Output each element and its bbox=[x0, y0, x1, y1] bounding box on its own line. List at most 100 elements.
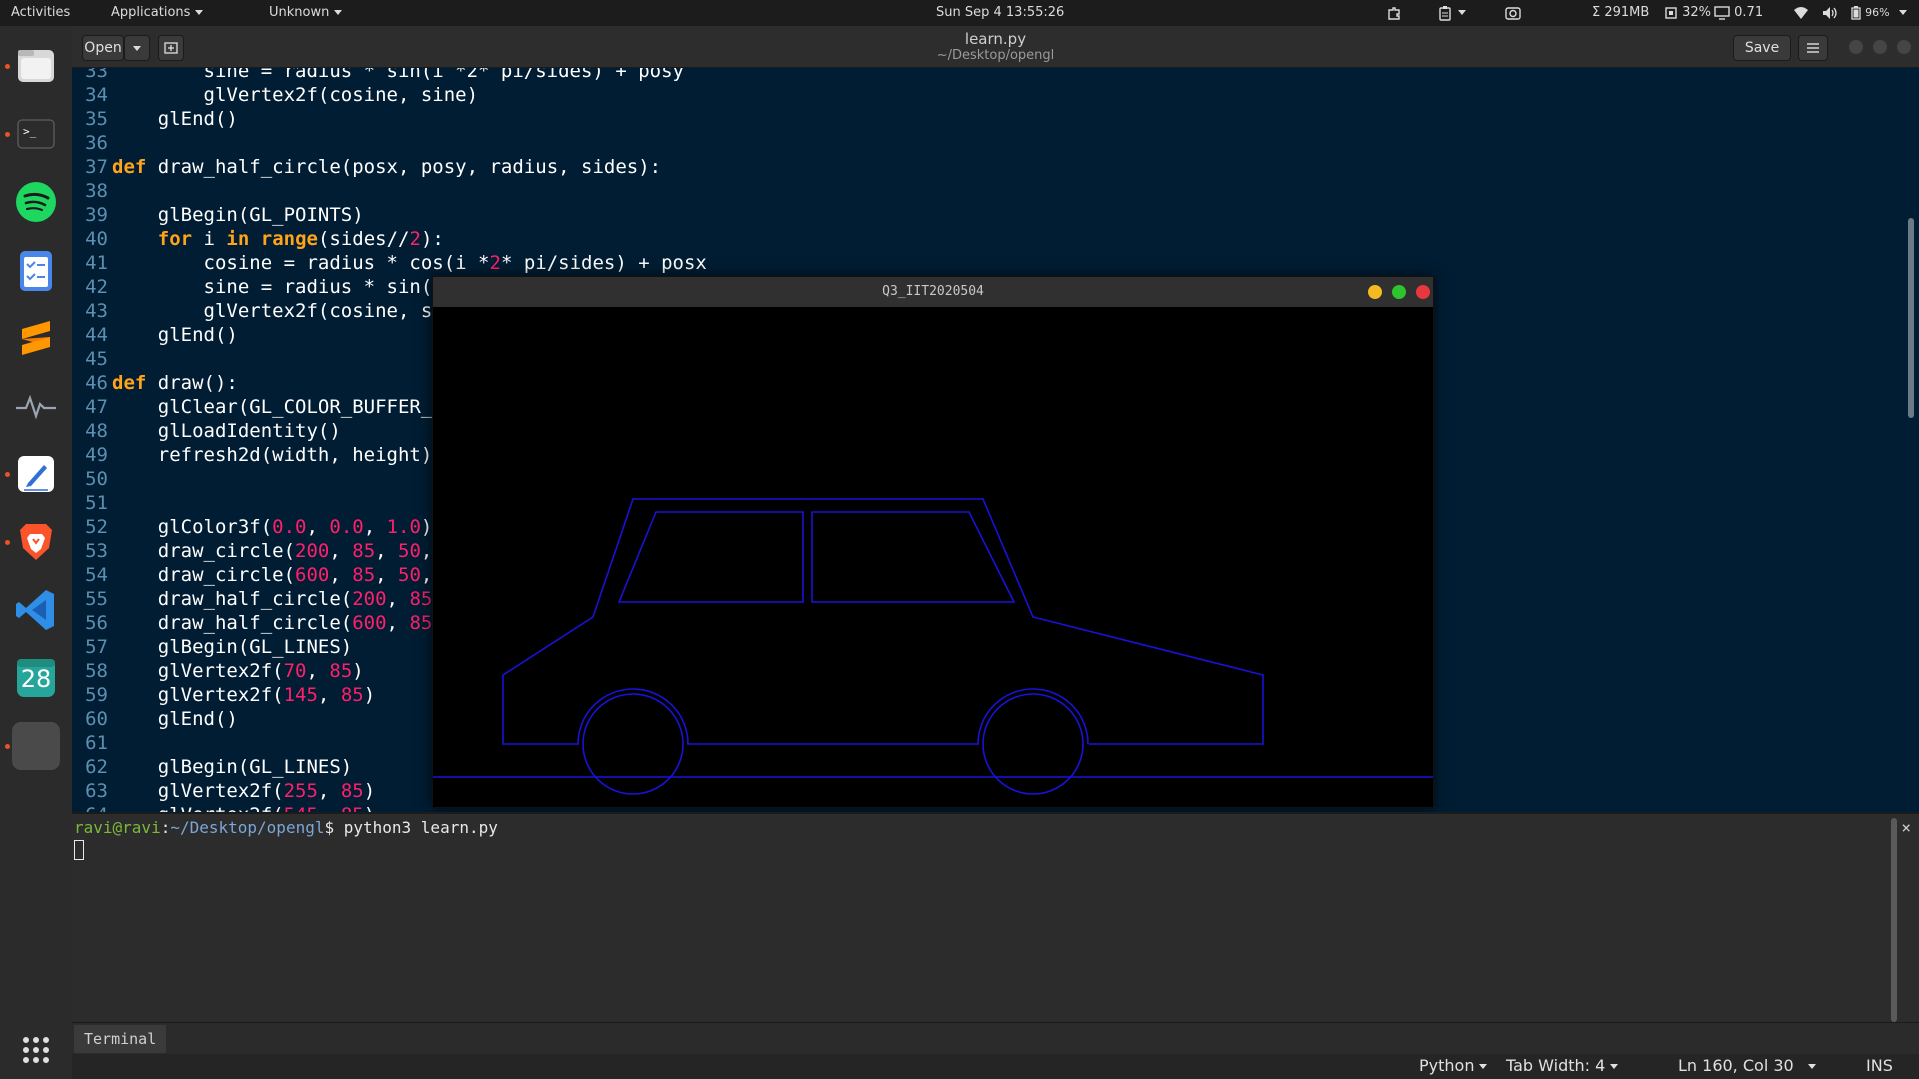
code-token: 85 bbox=[329, 660, 353, 682]
code-line: 44 glEnd() bbox=[72, 323, 238, 347]
code-token: for bbox=[157, 228, 193, 250]
line-number: 44 bbox=[85, 324, 108, 346]
code-token: sine = radius * sin(i * bbox=[112, 276, 467, 298]
code-line: 53 draw_circle(200, 85, 50, 100) bbox=[72, 539, 489, 563]
line-number: 46 bbox=[85, 372, 108, 394]
opengl-window-titlebar[interactable]: Q3_IIT2020504 bbox=[433, 277, 1433, 307]
line-number: 49 bbox=[85, 444, 108, 466]
calendar-day: 28 bbox=[20, 665, 52, 693]
active-window-app-icon[interactable] bbox=[12, 722, 60, 770]
wifi-icon[interactable] bbox=[1793, 0, 1809, 26]
chevron-down-icon bbox=[1479, 1064, 1488, 1069]
code-token: draw_half_circle(posx, posy, radius, sid… bbox=[146, 156, 662, 178]
code-token: glLoadIdentity() bbox=[112, 420, 341, 442]
terminal-scrollbar[interactable] bbox=[1891, 818, 1897, 1022]
code-token: ): bbox=[420, 228, 444, 250]
window-menu[interactable]: Unknown bbox=[269, 0, 343, 26]
line-number: 45 bbox=[85, 348, 108, 370]
terminal-panel[interactable]: ravi@ravi:~/Desktop/opengl$ python3 lear… bbox=[72, 812, 1919, 1022]
screenshot-icon[interactable] bbox=[1505, 0, 1521, 26]
line-number: 39 bbox=[85, 204, 108, 226]
code-token: 2 bbox=[489, 252, 501, 274]
minimize-button[interactable] bbox=[1849, 40, 1863, 54]
insert-mode[interactable]: INS bbox=[1866, 1056, 1893, 1075]
dock: >_ 28 bbox=[0, 26, 72, 1079]
language-label: Python bbox=[1419, 1056, 1475, 1075]
editor-header-bar: Open learn.py ~/Desktop/opengl Save bbox=[72, 26, 1919, 68]
calendar-app-icon[interactable]: 28 bbox=[12, 654, 60, 702]
spotify-app-icon[interactable] bbox=[12, 178, 60, 226]
battery-icon bbox=[1851, 5, 1861, 20]
code-token: draw_circle( bbox=[112, 564, 296, 586]
load-indicator[interactable]: 0.71 bbox=[1714, 0, 1763, 26]
close-terminal-button[interactable]: × bbox=[1901, 818, 1911, 837]
tab-width-selector[interactable]: Tab Width: 4 bbox=[1506, 1056, 1619, 1075]
opengl-window[interactable]: Q3_IIT2020504 bbox=[432, 276, 1434, 808]
code-token: 600 bbox=[295, 564, 330, 586]
code-token: glVertex2f(cosine, sine) bbox=[112, 84, 479, 106]
running-indicator bbox=[5, 472, 10, 477]
close-button[interactable] bbox=[1897, 40, 1911, 54]
tab-terminal[interactable]: Terminal bbox=[74, 1025, 167, 1053]
battery-indicator[interactable]: 96% bbox=[1851, 0, 1907, 26]
code-line: 39 glBegin(GL_POINTS) bbox=[72, 203, 364, 227]
memory-indicator[interactable]: Σ 291MB bbox=[1592, 0, 1649, 26]
cpu-indicator[interactable]: 32% bbox=[1664, 0, 1711, 26]
line-number: 47 bbox=[85, 396, 108, 418]
maximize-button[interactable] bbox=[1873, 40, 1887, 54]
tab-width-label: Tab Width: 4 bbox=[1506, 1056, 1606, 1075]
minimize-button[interactable] bbox=[1368, 285, 1382, 299]
code-token: 255 bbox=[283, 780, 318, 802]
close-button[interactable] bbox=[1416, 285, 1430, 299]
code-line: 46 def draw(): bbox=[72, 371, 238, 395]
language-selector[interactable]: Python bbox=[1419, 1056, 1488, 1075]
code-token: 70 bbox=[283, 660, 307, 682]
code-line: 48 glLoadIdentity() bbox=[72, 419, 341, 443]
tasks-app-icon[interactable] bbox=[12, 246, 60, 294]
show-applications-button[interactable] bbox=[12, 1026, 60, 1074]
line-number: 37 bbox=[85, 156, 108, 178]
hamburger-menu-button[interactable] bbox=[1798, 35, 1828, 61]
code-token: * pi/sides) + posx bbox=[500, 252, 707, 274]
clipboard-icon[interactable] bbox=[1437, 0, 1466, 26]
clock[interactable]: Sun Sep 4 13:55:26 bbox=[936, 0, 1064, 26]
running-indicator bbox=[5, 540, 10, 545]
chevron-down-icon bbox=[1898, 10, 1907, 15]
system-monitor-app-icon[interactable] bbox=[12, 382, 60, 430]
text-editor-app-icon[interactable] bbox=[12, 450, 60, 498]
brave-app-icon[interactable] bbox=[12, 518, 60, 566]
cursor-position-label: Ln 160, Col 30 bbox=[1678, 1056, 1794, 1075]
car-window-rear bbox=[617, 511, 804, 603]
files-app-icon[interactable] bbox=[12, 42, 60, 90]
chevron-down-icon bbox=[195, 10, 204, 15]
maximize-button[interactable] bbox=[1392, 285, 1406, 299]
editor-scrollbar[interactable] bbox=[1908, 218, 1914, 418]
document-title: learn.py bbox=[964, 30, 1027, 48]
activities-button[interactable]: Activities bbox=[11, 0, 70, 26]
code-token: 545 bbox=[284, 804, 318, 812]
volume-icon[interactable] bbox=[1822, 0, 1838, 26]
code-token: 0.0 bbox=[329, 516, 364, 538]
code-token: , bbox=[306, 516, 330, 538]
vscode-app-icon[interactable] bbox=[12, 586, 60, 634]
code-token: range bbox=[260, 228, 318, 250]
code-token: , bbox=[363, 516, 387, 538]
load-value: 0.71 bbox=[1734, 5, 1764, 20]
cursor-position[interactable]: Ln 160, Col 30 bbox=[1678, 1056, 1816, 1075]
car-wheel-arch-rear bbox=[577, 688, 689, 745]
terminal-app-icon[interactable]: >_ bbox=[12, 110, 60, 158]
line-number: 36 bbox=[85, 132, 108, 154]
line-number: 62 bbox=[85, 756, 108, 778]
opengl-window-title: Q3_IIT2020504 bbox=[882, 284, 984, 299]
code-token: glBegin(GL_LINES) bbox=[112, 636, 353, 658]
extension-icon[interactable] bbox=[1386, 0, 1402, 26]
monitor-icon bbox=[1714, 5, 1730, 20]
save-button[interactable]: Save bbox=[1733, 35, 1791, 61]
line-number: 48 bbox=[85, 420, 108, 442]
code-token: ) bbox=[352, 660, 364, 682]
code-line: 45 bbox=[72, 347, 112, 371]
code-line: 59 glVertex2f(145, 85) bbox=[72, 683, 375, 707]
applications-menu[interactable]: Applications bbox=[111, 0, 204, 26]
sublime-text-app-icon[interactable] bbox=[12, 314, 60, 362]
code-token: 200 bbox=[295, 540, 330, 562]
